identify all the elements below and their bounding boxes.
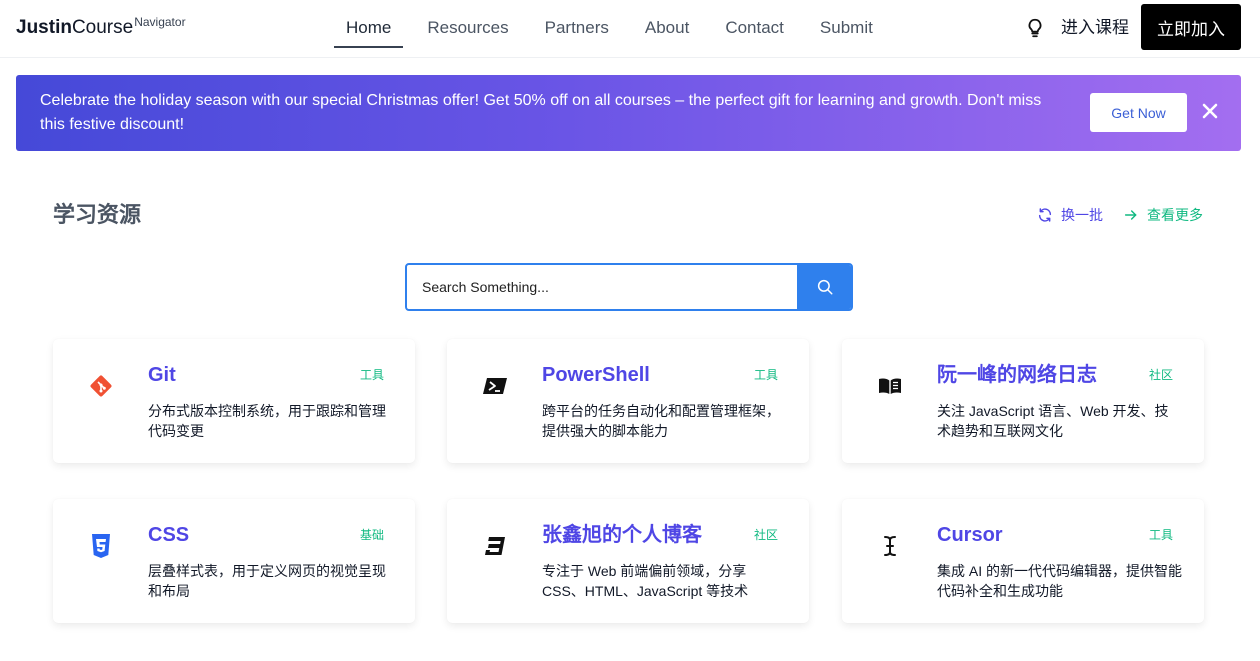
logo-part1: Justin [16,17,72,38]
resource-card-cursor[interactable]: Cursor 工具 集成 AI 的新一代代码编辑器，提供智能代码补全和生成功能 [842,499,1204,623]
close-icon[interactable] [1200,101,1220,121]
get-now-button[interactable]: Get Now [1090,93,1187,132]
refresh-icon [1038,208,1052,222]
powershell-icon [482,373,508,399]
resource-card-zhangxinxu[interactable]: 张鑫旭的个人博客 社区 专注于 Web 前端偏前领域，分享 CSS、HTML、J… [447,499,809,623]
card-tag: 社区 [1148,368,1173,382]
resource-card-css[interactable]: CSS 基础 层叠样式表，用于定义网页的视觉呈现和布局 [53,499,415,623]
card-tag: 工具 [359,368,384,382]
lightbulb-icon[interactable] [1024,17,1046,39]
card-tag: 工具 [1148,528,1173,542]
resource-card-ruanyifeng[interactable]: 阮一峰的网络日志 社区 关注 JavaScript 语言、Web 开发、技术趋势… [842,339,1204,463]
logo-part2: Course [71,17,134,38]
view-more-button[interactable]: 查看更多 [1123,205,1203,225]
css3-alt-icon [482,533,508,559]
site-logo[interactable]: JustinCourseNavigator [16,15,186,41]
promo-text: Celebrate the holiday season with our sp… [40,92,1042,133]
search-button[interactable] [797,265,851,309]
nav-submit[interactable]: Submit [808,0,885,58]
search-icon [817,279,833,295]
css3-icon [88,533,114,559]
search-input[interactable] [407,265,797,309]
enter-course-link[interactable]: 进入课程 [1061,17,1129,39]
card-description: 专注于 Web 前端偏前领域，分享 CSS、HTML、JavaScript 等技… [542,563,749,599]
nav-contact[interactable]: Contact [713,0,796,58]
card-description: 集成 AI 的新一代代码编辑器，提供智能代码补全和生成功能 [937,563,1183,599]
card-description: 分布式版本控制系统，用于跟踪和管理代码变更 [148,403,386,439]
card-description: 跨平台的任务自动化和配置管理框架，提供强大的脚本能力 [542,403,780,439]
nav-resources[interactable]: Resources [415,0,520,58]
refresh-button[interactable]: 换一批 [1037,205,1103,225]
arrow-right-icon [1124,210,1137,220]
card-tag: 社区 [753,528,778,542]
view-more-label: 查看更多 [1147,207,1203,223]
git-icon [88,373,114,399]
join-now-button[interactable]: 立即加入 [1141,4,1241,50]
section-title: 学习资源 [53,202,142,227]
card-title: Cursor [937,524,1003,546]
card-title: 阮一峰的网络日志 [937,364,1097,386]
card-description: 层叠样式表，用于定义网页的视觉呈现和布局 [148,563,386,599]
nav-about[interactable]: About [633,0,701,58]
card-title: CSS [148,524,190,546]
nav-home[interactable]: Home [334,0,404,58]
nav-partners[interactable]: Partners [533,0,621,58]
resource-card-git[interactable]: Git 工具 分布式版本控制系统，用于跟踪和管理代码变更 [53,339,415,463]
refresh-label: 换一批 [1061,207,1103,223]
promo-banner: Celebrate the holiday season with our sp… [16,75,1241,151]
card-description: 关注 JavaScript 语言、Web 开发、技术趋势和互联网文化 [937,403,1169,439]
card-tag: 工具 [753,368,778,382]
card-tag: 基础 [359,528,384,542]
resource-card-powershell[interactable]: PowerShell 工具 跨平台的任务自动化和配置管理框架，提供强大的脚本能力 [447,339,809,463]
main-nav: Home Resources Partners About Contact Su… [334,0,897,58]
book-icon [877,373,903,399]
card-title: PowerShell [542,364,650,386]
logo-sup: Navigator [134,15,186,29]
search-bar [405,263,853,311]
text-cursor-icon [877,533,903,559]
top-navbar: JustinCourseNavigator Home Resources Par… [0,0,1260,58]
card-title: Git [148,364,176,386]
card-title: 张鑫旭的个人博客 [542,524,702,546]
